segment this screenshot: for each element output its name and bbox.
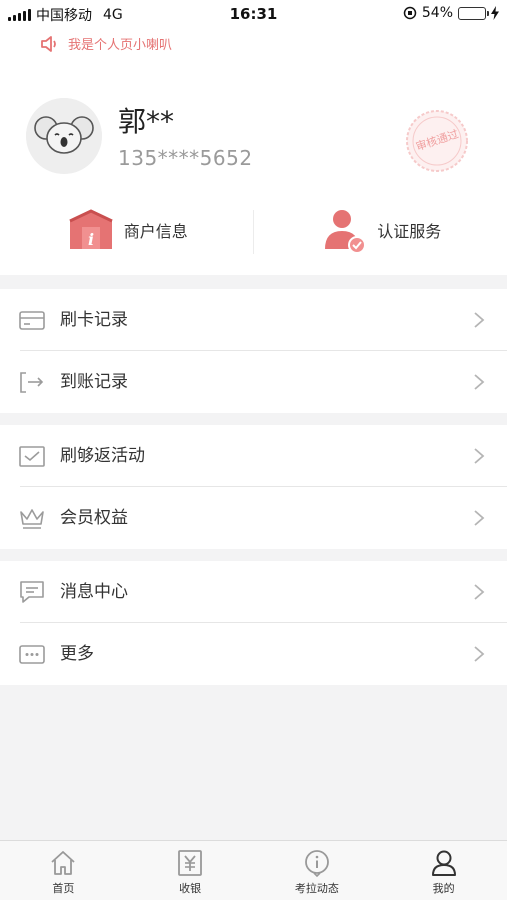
chevron-right-icon (474, 646, 485, 662)
message-icon (20, 581, 44, 603)
card-icon (19, 311, 45, 330)
notice-text: 我是个人页小喇叭 (68, 38, 173, 53)
tab-label: 收银 (179, 882, 202, 895)
crown-icon (20, 509, 44, 529)
menu-label: 到账记录 (60, 372, 128, 392)
menu-group-misc: 消息中心 更多 (0, 561, 507, 685)
chevron-right-icon (474, 448, 485, 464)
koala-avatar-icon (26, 98, 102, 174)
verification-label: 认证服务 (377, 222, 442, 241)
menu-label: 刷卡记录 (60, 310, 128, 330)
menu-item-member-benefits[interactable]: 会员权益 (0, 487, 507, 549)
merchant-info-icon: i (69, 209, 113, 249)
tab-bar: 首页 收银 考拉动态 我的 (0, 840, 507, 900)
user-name: 郭** (118, 105, 175, 138)
menu-label: 消息中心 (60, 582, 128, 602)
merchant-info-label: 商户信息 (123, 222, 188, 241)
profile-header: 我是个人页小喇叭 郭** 135****5652 审核通过 i 商户信息 认证服… (0, 28, 507, 275)
verification-service-button[interactable]: 认证服务 (254, 200, 507, 260)
verification-icon (325, 210, 367, 254)
arrive-icon (20, 372, 44, 393)
notice-bar[interactable]: 我是个人页小喇叭 (40, 34, 172, 53)
shortcut-divider (253, 210, 254, 254)
chevron-right-icon (474, 312, 485, 328)
tab-mine[interactable]: 我的 (380, 841, 507, 900)
battery-icon (458, 6, 489, 20)
avatar[interactable] (26, 98, 102, 174)
tab-home[interactable]: 首页 (0, 841, 127, 900)
approved-stamp: 审核通过 (404, 108, 470, 174)
menu-label: 会员权益 (60, 508, 128, 528)
chevron-right-icon (474, 374, 485, 390)
user-phone: 135****5652 (118, 146, 253, 170)
user-icon (431, 850, 456, 876)
menu-item-more[interactable]: 更多 (0, 623, 507, 685)
tab-label: 考拉动态 (294, 882, 339, 895)
tab-koala-news[interactable]: 考拉动态 (254, 841, 381, 900)
svg-text:i: i (88, 230, 94, 249)
speaker-icon (41, 35, 56, 52)
menu-label: 刷够返活动 (60, 446, 145, 466)
status-bar: 中国移动 4G 16:31 54% (0, 0, 507, 28)
merchant-info-button[interactable]: i 商户信息 (0, 200, 254, 260)
more-icon (19, 645, 45, 664)
orientation-lock-icon (403, 6, 417, 20)
charging-icon (491, 6, 499, 20)
tab-label: 我的 (432, 882, 455, 895)
info-icon (304, 850, 329, 878)
menu-group-records: 刷卡记录 到账记录 (0, 289, 507, 413)
home-icon (51, 851, 75, 875)
tab-label: 首页 (52, 882, 75, 895)
menu-item-cashback-activity[interactable]: 刷够返活动 (0, 425, 507, 487)
chevron-right-icon (474, 584, 485, 600)
menu-label: 更多 (60, 644, 94, 664)
chevron-right-icon (474, 510, 485, 526)
menu-group-activities: 刷够返活动 会员权益 (0, 425, 507, 549)
menu-item-message-center[interactable]: 消息中心 (0, 561, 507, 623)
yen-icon (178, 850, 203, 876)
check-box-icon (19, 446, 45, 467)
menu-item-arrival-records[interactable]: 到账记录 (0, 351, 507, 413)
battery-percent: 54% (421, 5, 453, 21)
tab-cashier[interactable]: 收银 (127, 841, 254, 900)
menu-item-card-records[interactable]: 刷卡记录 (0, 289, 507, 351)
